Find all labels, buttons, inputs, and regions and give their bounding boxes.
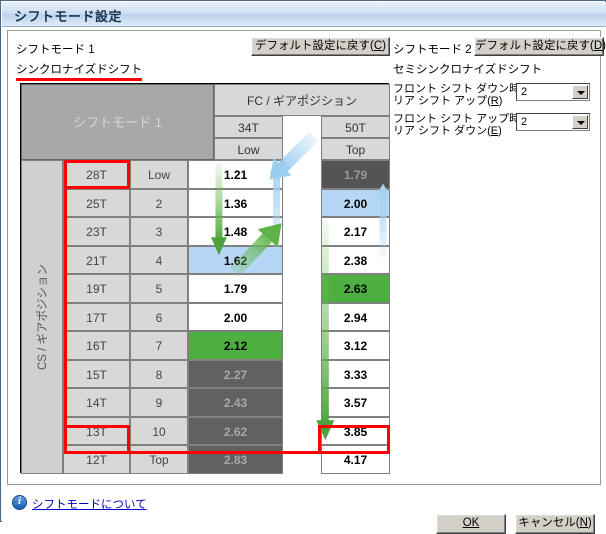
table-row-gear-14T: 9 [130,388,188,417]
rear-shift-down-label-line2: リア シフト ダウン(E) [393,125,502,137]
table-row-gap-21T [283,245,321,274]
rear-shift-down-dropdown[interactable]: 2 [516,113,590,131]
shift-type-mode2-label: セミシンクロナイズドシフト [393,64,543,76]
table-row-gear-15T: 8 [130,359,188,388]
client-area: シフトモード 1 デフォルト設定に戻す(C) シフトモード 2 デフォルト設定に… [2,27,606,534]
rear-shift-down-label-line1: フロント シフト アップ時の [393,113,532,125]
cancel-button[interactable]: キャンセル(N) [515,514,595,534]
fc-column-gap-position [283,138,321,160]
fc-column-gap-teeth [283,116,321,138]
table-row-gear-17T: 6 [130,302,188,331]
table-row-gap-12T [283,445,321,474]
table-row-cs-21T[interactable]: 21T [63,245,130,274]
table-row-fc34-14T[interactable]: 2.43 [188,388,283,417]
table-row-gear-13T: 10 [130,416,188,445]
ok-button-label: OK [462,517,480,529]
table-row-fc50-21T[interactable]: 2.38 [321,245,390,274]
table-row-gap-19T [283,274,321,303]
table-row-cs-16T[interactable]: 16T [63,331,130,360]
table-row-fc34-17T[interactable]: 2.00 [188,302,283,331]
fc-column-0-teeth: 34T [214,116,283,138]
cancel-button-label: キャンセル(N) [518,517,592,529]
restore-defaults-mode2-button[interactable]: デフォルト設定に戻す(D) [474,37,606,56]
rear-shift-up-label-line2: リア シフト アップ(R) [393,95,503,107]
restore-defaults-mode2-label: デフォルト設定に戻す(D) [475,40,606,52]
table-row-gap-15T [283,359,321,388]
table-row-fc34-13T[interactable]: 2.62 [188,416,283,445]
table-row-fc50-17T[interactable]: 2.94 [321,302,390,331]
table-row-gear-19T: 5 [130,274,188,303]
table-row-gear-16T: 7 [130,331,188,360]
chevron-down-icon[interactable] [572,115,588,129]
shift-mode-settings-window: シフトモード設定 シフトモード 1 デフォルト設定に戻す(C) シフトモード 2… [0,0,606,534]
table-row-cs-17T[interactable]: 17T [63,302,130,331]
fc-column-1-position: Top [321,138,390,160]
shift-mode-2-label: シフトモード 2 [393,44,472,56]
table-row-fc50-28T[interactable]: 1.79 [321,160,390,189]
table-row-cs-23T[interactable]: 23T [63,217,130,246]
table-row-cs-15T[interactable]: 15T [63,359,130,388]
table-row-gear-25T: 2 [130,188,188,217]
shift-type-mode1-label: シンクロナイズドシフト [16,61,143,81]
table-row-fc34-28T[interactable]: 1.21 [188,160,283,189]
table-row-fc34-21T[interactable]: 1.62 [188,245,283,274]
settings-panel: シフトモード 1 デフォルト設定に戻す(C) シフトモード 2 デフォルト設定に… [7,30,606,485]
table-row-cs-12T[interactable]: 12T [63,445,130,474]
table-row-gear-28T: Low [130,160,188,189]
table-row-fc50-12T[interactable]: 4.17 [321,445,390,474]
fc-header: FC / ギアポジション [214,84,390,116]
cs-header-label: CS / ギアポジション [37,263,49,371]
table-row-gear-12T: Top [130,445,188,474]
table-row-fc50-19T[interactable]: 2.63 [321,274,390,303]
table-row-fc34-19T[interactable]: 1.79 [188,274,283,303]
table-corner-title: シフトモード 1 [21,84,214,160]
table-row-fc50-13T[interactable]: 3.85 [321,416,390,445]
table-row-cs-28T[interactable]: 28T [63,160,130,189]
shift-mode-help-link[interactable]: シフトモードについて [32,496,147,512]
table-row-gear-21T: 4 [130,245,188,274]
rear-shift-up-label-line1: フロント シフト ダウン時の [393,83,532,95]
table-row-fc50-25T[interactable]: 2.00 [321,188,390,217]
table-row-cs-14T[interactable]: 14T [63,388,130,417]
table-row-fc50-14T[interactable]: 3.57 [321,388,390,417]
window-title: シフトモード設定 [14,9,123,24]
restore-defaults-mode1-label: デフォルト設定に戻す(C) [255,40,386,52]
table-row-fc34-23T[interactable]: 1.48 [188,217,283,246]
rear-shift-up-dropdown[interactable]: 2 [516,83,590,101]
table-row-gap-28T [283,160,321,189]
fc-column-1-teeth: 50T [321,116,390,138]
table-row-fc34-12T[interactable]: 2.83 [188,445,283,474]
gear-ratio-table: シフトモード 1 FC / ギアポジション 34T 50T Low Top CS… [20,83,390,474]
table-row-cs-19T[interactable]: 19T [63,274,130,303]
table-row-cs-13T[interactable]: 13T [63,416,130,445]
table-row-fc50-15T[interactable]: 3.33 [321,359,390,388]
shift-mode-1-label: シフトモード 1 [16,44,95,56]
info-icon [12,495,27,510]
table-row-fc50-23T[interactable]: 2.17 [321,217,390,246]
table-row-fc34-15T[interactable]: 2.27 [188,359,283,388]
table-row-gap-13T [283,416,321,445]
table-row-fc34-25T[interactable]: 1.36 [188,188,283,217]
rear-shift-down-value: 2 [521,116,528,128]
ok-button[interactable]: OK [436,514,506,534]
restore-defaults-mode1-button[interactable]: デフォルト設定に戻す(C) [251,37,390,56]
rear-shift-up-value: 2 [521,86,528,98]
table-row-gap-23T [283,217,321,246]
table-row-gap-25T [283,188,321,217]
table-row-fc50-16T[interactable]: 3.12 [321,331,390,360]
table-row-gap-16T [283,331,321,360]
table-row-gap-17T [283,302,321,331]
cs-header: CS / ギアポジション [21,160,63,474]
title-bar: シフトモード設定 [2,2,606,27]
table-row-fc34-16T[interactable]: 2.12 [188,331,283,360]
chevron-down-icon[interactable] [572,85,588,99]
table-row-gap-14T [283,388,321,417]
table-row-gear-23T: 3 [130,217,188,246]
table-row-cs-25T[interactable]: 25T [63,188,130,217]
fc-column-0-position: Low [214,138,283,160]
